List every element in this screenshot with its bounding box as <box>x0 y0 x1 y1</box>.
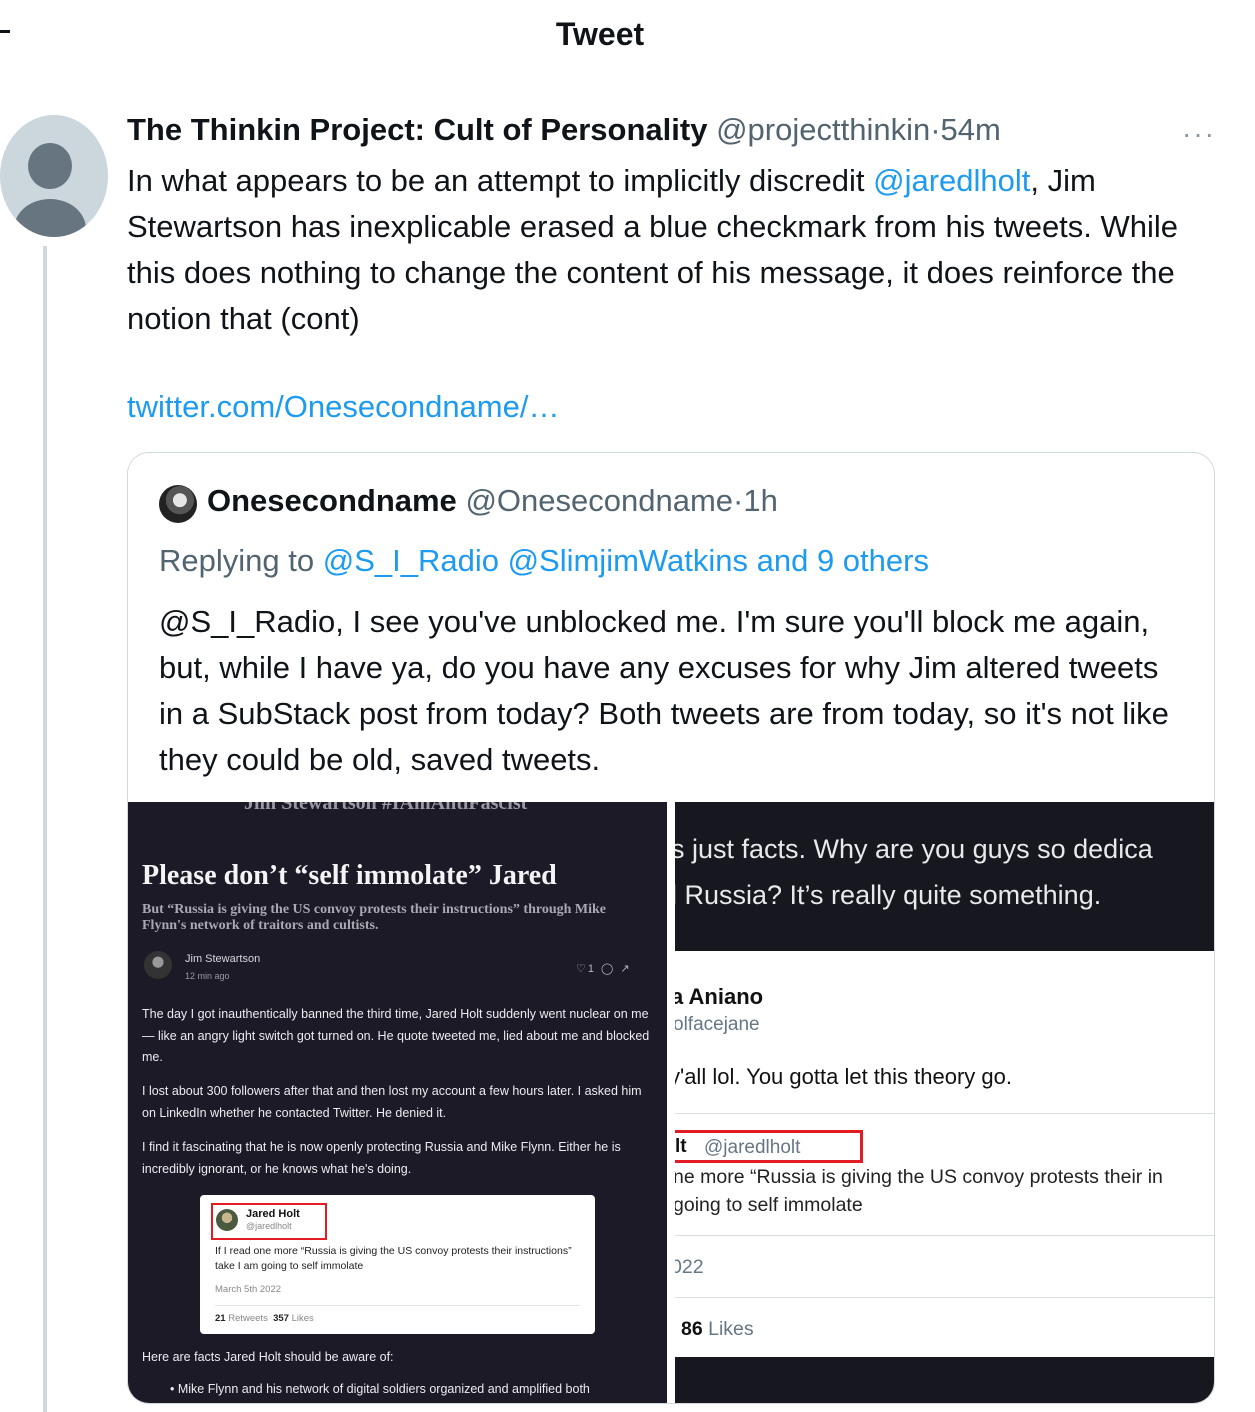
divider <box>675 1113 1214 1114</box>
author-handle[interactable]: @projectthinkin <box>716 112 930 147</box>
tweet-time[interactable]: 54m <box>941 112 1001 147</box>
default-avatar-head <box>28 143 72 189</box>
avatar[interactable] <box>0 115 108 237</box>
divider <box>675 1297 1214 1298</box>
likes-stat: 86 Likes <box>681 1318 754 1341</box>
replying-prefix: Replying to <box>159 543 323 578</box>
embed-avatar <box>216 1209 238 1231</box>
tweet-text: In what appears to be an attempt to impl… <box>127 158 1217 342</box>
embed-likes-label: Likes <box>291 1313 314 1324</box>
article-author: Jim Stewartson <box>185 953 261 965</box>
article-paragraph-3: I find it fascinating that he is now ope… <box>142 1140 621 1176</box>
tweet-text-part1: In what appears to be an attempt to impl… <box>127 163 874 198</box>
embed-author-handle: @jaredlholt <box>246 1221 292 1231</box>
more-options-icon[interactable]: ··· <box>1182 118 1216 150</box>
article-paragraph-2: I lost about 300 followers after that an… <box>142 1084 642 1120</box>
embed-date: March 5th 2022 <box>215 1284 282 1295</box>
embed-likes-count: 357 <box>273 1313 289 1324</box>
reply-author-handle: olfacejane <box>675 1014 760 1035</box>
article-bullet: • Mike Flynn and his network of digital … <box>170 1382 590 1396</box>
divider <box>675 1235 1214 1236</box>
embed-retweets-count: 21 <box>215 1313 226 1324</box>
likes-label: Likes <box>708 1318 754 1340</box>
embed-author-name: Jared Holt <box>246 1208 300 1220</box>
quoted-date-fragment: 022 <box>675 1256 704 1278</box>
reply-author-name: a Aniano <box>675 984 764 1009</box>
dark-bottom-fragment <box>675 1357 1214 1403</box>
quoted-tweet-text: @S_I_Radio, I see you've unblocked me. I… <box>159 604 1169 777</box>
tweet-header: The Thinkin Project: Cult of Personality… <box>127 112 1001 148</box>
dark-line-2: l Russia? It’s really quite something. <box>675 880 1102 910</box>
media-image-left[interactable]: Jim Stewartson #IAmAntiFascist Please do… <box>128 802 667 1403</box>
embedded-tweet: Jared Holt @jaredlholt If I read one mor… <box>200 1195 595 1334</box>
quoted-header: Onesecondname @Onesecondname·1h <box>207 483 778 519</box>
article-site-header: Jim Stewartson #IAmAntiFascist <box>244 802 528 814</box>
replying-targets-link[interactable]: @S_I_Radio @SlimjimWatkins and 9 others <box>323 543 929 578</box>
article-footer-text: Here are facts Jared Holt should be awar… <box>142 1350 394 1364</box>
quoted-line-1: ne more “Russia is giving the US convoy … <box>675 1166 1163 1188</box>
tweet-url-link[interactable]: twitter.com/Onesecondname/… <box>127 389 559 425</box>
reply-text: y'all lol. You gotta let this theory go. <box>675 1064 1012 1089</box>
likes-count: 86 <box>681 1318 703 1340</box>
replying-to: Replying to @S_I_Radio @SlimjimWatkins a… <box>159 543 929 579</box>
embed-text: If I read one more “Russia is giving the… <box>215 1245 572 1272</box>
quoted-author-handle[interactable]: @Onesecondname <box>465 483 733 518</box>
quoted-author-name[interactable]: Onesecondname <box>207 483 457 518</box>
author-name[interactable]: The Thinkin Project: Cult of Personality <box>127 112 707 147</box>
embed-divider <box>215 1305 580 1306</box>
thread-line <box>43 246 47 1412</box>
quoted-name-fragment: lt <box>675 1136 687 1157</box>
article-date: 12 min ago <box>185 971 230 981</box>
article-title: Please don’t “self immolate” Jared <box>142 860 557 891</box>
article-action-icons: ♡1 ◯ ↗ <box>576 963 632 975</box>
embed-retweets-label: Retweets <box>228 1313 268 1324</box>
article-paragraph-1: The day I got inauthentically banned the… <box>142 1007 650 1064</box>
article-author-avatar <box>144 951 172 979</box>
page-title: Tweet <box>555 16 645 52</box>
mention-link[interactable]: @jaredlholt <box>873 163 1030 198</box>
top-bar: Tweet <box>0 0 1255 72</box>
quoted-tweet-card[interactable]: Onesecondname @Onesecondname·1h Replying… <box>127 452 1215 1404</box>
dark-tweet-fragment: s just facts. Why are you guys so dedica… <box>675 802 1214 951</box>
default-avatar-body <box>14 199 86 237</box>
quoted-handle: @jaredlholt <box>704 1137 801 1158</box>
dark-line-1: s just facts. Why are you guys so dedica <box>675 834 1153 864</box>
quoted-separator-dot: · <box>733 483 744 518</box>
quoted-time[interactable]: 1h <box>743 483 777 518</box>
article-subtitle: But “Russia is giving the US convoy prot… <box>142 902 606 933</box>
separator-dot: · <box>930 112 941 147</box>
quoted-avatar[interactable] <box>159 485 197 523</box>
media-image-right[interactable]: s just facts. Why are you guys so dedica… <box>675 802 1214 1403</box>
embed-stats: 21 Retweets 357 Likes <box>215 1313 314 1324</box>
quoted-line-2: going to self immolate <box>675 1194 863 1216</box>
